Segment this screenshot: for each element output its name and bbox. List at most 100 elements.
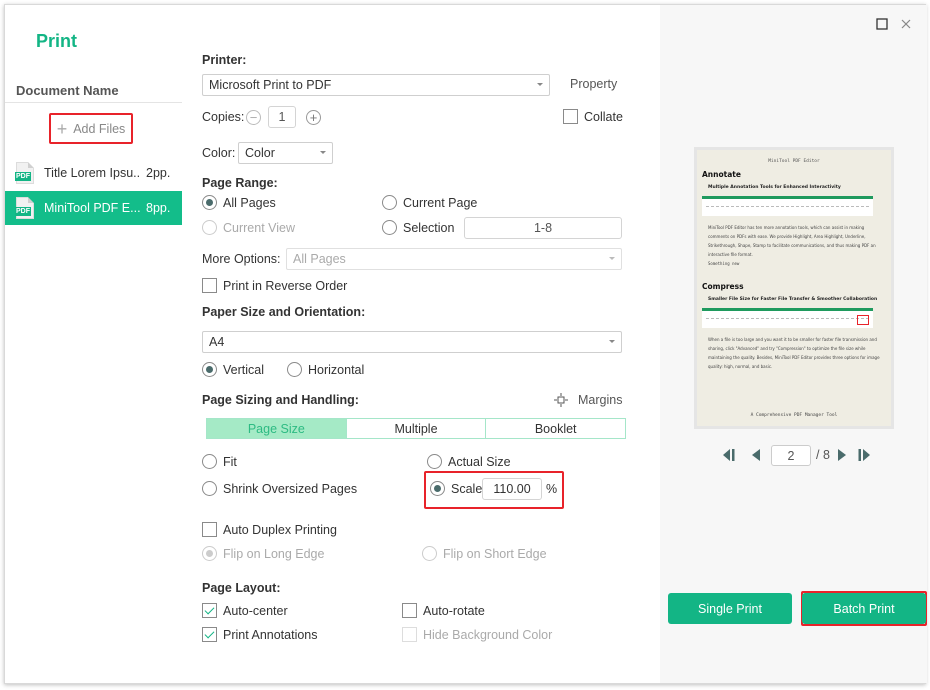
paper-size-value: A4 [209,335,225,349]
print-dialog: Print Document Name + Add Files PDF Titl… [4,4,927,684]
maximize-button[interactable] [876,17,888,33]
margins-button[interactable]: Margins [554,393,622,407]
print-annotations-checkbox[interactable]: Print Annotations [202,627,318,642]
current-page-radio[interactable]: Current Page [382,195,477,210]
page-layout-label: Page Layout: [202,581,281,595]
preview-panel: MiniTool PDF Editor Annotate Multiple An… [660,5,927,683]
checkbox-box [202,603,217,618]
scale-input[interactable]: 110.00 [482,478,542,500]
checkbox-box [202,627,217,642]
next-page-icon[interactable] [836,448,848,462]
selection-label: Selection [403,220,455,235]
actual-size-radio[interactable]: Actual Size [427,454,511,469]
printer-label: Printer: [202,53,247,67]
print-settings-panel: Printer: Microsoft Print to PDF Property… [182,5,660,683]
preview-screenshot [702,308,873,328]
radio-dot [427,454,442,469]
pdf-file-icon: PDF [15,162,34,184]
radio-dot [287,362,302,377]
all-pages-label: All Pages [223,195,276,210]
hide-background-label: Hide Background Color [423,627,553,642]
checkbox-box [563,109,578,124]
document-list-item[interactable]: PDF Title Lorem Ipsu.. 2pp. [5,156,182,190]
checkbox-box [402,603,417,618]
selection-radio[interactable]: Selection [382,220,454,235]
selection-range-input[interactable]: 1-8 [464,217,622,239]
preview-subheading: Multiple Annotation Tools for Enhanced I… [708,185,841,190]
increment-copies-button[interactable]: + [306,110,321,125]
tab-page-size[interactable]: Page Size [207,419,347,438]
printer-select[interactable]: Microsoft Print to PDF [202,74,550,96]
preview-code: Something new [708,261,740,266]
auto-center-checkbox[interactable]: Auto-center [202,603,288,618]
preview-screenshot [702,196,873,216]
dialog-title: Print [36,31,78,51]
auto-rotate-checkbox[interactable]: Auto-rotate [402,603,485,618]
copies-input[interactable]: 1 [268,106,296,128]
document-name: MiniTool PDF E... [44,201,141,215]
paper-size-select[interactable]: A4 [202,331,622,353]
checkbox-box [202,522,217,537]
tab-booklet[interactable]: Booklet [486,419,625,438]
hide-background-checkbox: Hide Background Color [402,627,552,642]
scale-radio[interactable]: Scale [430,481,482,496]
last-page-icon[interactable] [857,448,871,462]
document-list-item[interactable]: PDF MiniTool PDF E... 8pp. [5,191,182,225]
reverse-order-label: Print in Reverse Order [223,278,348,293]
add-files-label: Add Files [73,121,126,136]
document-pages: 8pp. [146,201,171,215]
color-select[interactable]: Color [238,142,333,164]
radio-dot [422,546,437,561]
preview-body: MiniTool PDF Editor has ten more annotat… [708,225,876,257]
reverse-order-checkbox[interactable]: Print in Reverse Order [202,278,347,293]
printer-value: Microsoft Print to PDF [209,78,332,92]
flip-long-edge-radio: Flip on Long Edge [202,546,324,561]
scale-unit: % [546,482,558,496]
first-page-icon[interactable] [722,448,736,462]
close-button[interactable] [900,17,912,33]
current-view-radio: Current View [202,220,295,235]
horizontal-radio[interactable]: Horizontal [287,362,364,377]
vertical-label: Vertical [223,362,264,377]
add-files-button[interactable]: + Add Files [49,113,133,144]
collate-checkbox[interactable]: Collate [563,109,623,124]
collate-label: Collate [584,109,623,124]
radio-dot [382,195,397,210]
document-name: Title Lorem Ipsu.. [44,166,141,180]
checkbox-box [402,627,417,642]
auto-duplex-checkbox[interactable]: Auto Duplex Printing [202,522,337,537]
preview-heading: Annotate [702,170,741,179]
preview-footer: A Comprehensive PDF Manager Tool [750,413,838,418]
all-pages-radio[interactable]: All Pages [202,195,276,210]
single-print-button[interactable]: Single Print [668,593,792,624]
margins-label: Margins [578,393,623,407]
auto-rotate-label: Auto-rotate [423,603,485,618]
decrement-copies-button[interactable]: − [246,110,261,125]
page-sizing-label: Page Sizing and Handling: [202,393,359,407]
current-page-input[interactable]: 2 [771,445,811,466]
preview-body: When a file is too large and you want it… [708,337,880,369]
document-name-header: Document Name [16,83,119,98]
auto-center-label: Auto-center [223,603,288,618]
radio-dot [430,481,445,496]
chevron-down-icon [609,340,615,343]
property-link[interactable]: Property [570,77,617,91]
previous-page-icon[interactable] [750,448,762,462]
fit-radio[interactable]: Fit [202,454,237,469]
shrink-oversized-radio[interactable]: Shrink Oversized Pages [202,481,357,496]
chevron-down-icon [537,83,543,86]
radio-dot [202,220,217,235]
current-page-label: Current Page [403,195,478,210]
plus-icon: + [56,118,68,139]
tab-multiple[interactable]: Multiple [347,419,487,438]
radio-dot [382,220,397,235]
batch-print-button[interactable]: Batch Print [802,593,926,624]
more-options-label: More Options: [202,252,281,266]
flip-long-label: Flip on Long Edge [223,546,325,561]
chevron-down-icon [320,151,326,154]
scale-label: Scale [451,481,483,496]
page-preview: MiniTool PDF Editor Annotate Multiple An… [694,147,894,429]
auto-duplex-label: Auto Duplex Printing [223,522,337,537]
chevron-down-icon [609,257,615,260]
vertical-radio[interactable]: Vertical [202,362,264,377]
